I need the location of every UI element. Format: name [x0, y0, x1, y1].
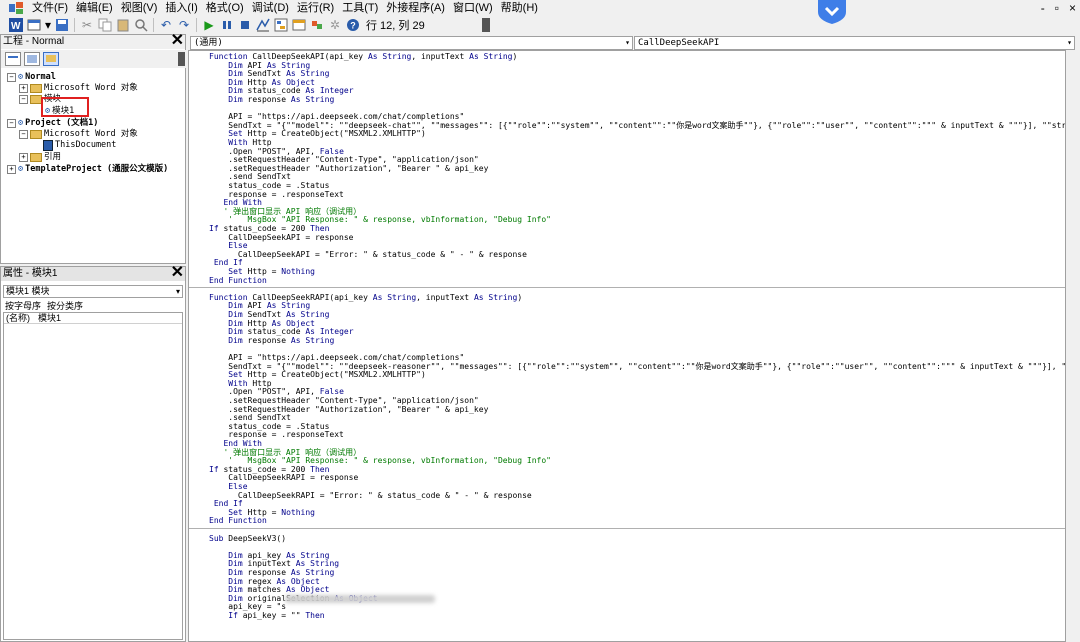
menu-debug[interactable]: 调试(D) [248, 0, 293, 16]
cut-icon[interactable]: ✂ [79, 17, 95, 33]
cursor-position: 行 12, 列 29 [366, 20, 425, 32]
code-scrollbar[interactable] [1066, 50, 1080, 640]
paste-icon[interactable] [115, 17, 131, 33]
menu-bar: 文件(F) 编辑(E) 视图(V) 插入(I) 格式(O) 调试(D) 运行(R… [0, 0, 1080, 16]
procedure-separator [189, 528, 1065, 529]
tree-item-templateproject[interactable]: + ⚙ TemplateProject (通服公文模版) [7, 164, 168, 175]
menu-help[interactable]: 帮助(H) [497, 0, 542, 16]
procedure-combo[interactable]: CallDeepSeekAPI ▾ [634, 36, 1075, 50]
properties-grid: (名称) 模块1 [3, 312, 183, 640]
tab-alphabetic[interactable]: 按字母序 [5, 299, 41, 312]
object-combo[interactable]: (通用) ▾ [190, 36, 633, 50]
tree-item-word-objects-2[interactable]: − Microsoft Word 对象 [19, 129, 138, 140]
tree-item-references[interactable]: + 引用 [19, 152, 61, 163]
project-icon: ⚙ [18, 118, 24, 128]
project-explorer-icon[interactable] [273, 17, 289, 33]
close-icon[interactable]: ✕ [171, 32, 184, 50]
panel-scrollbar[interactable] [178, 52, 185, 66]
tab-categorized[interactable]: 按分类序 [47, 299, 83, 312]
insert-userform-icon[interactable] [26, 17, 42, 33]
menu-view[interactable]: 视图(V) [117, 0, 162, 16]
run-icon[interactable]: ▶ [201, 17, 217, 33]
menu-edit[interactable]: 编辑(E) [72, 0, 117, 16]
design-mode-icon[interactable] [255, 17, 271, 33]
project-explorer-toolbar [1, 50, 187, 68]
svg-text:?: ? [350, 21, 356, 31]
code-line[interactable]: CallDeepSeekRAPI = "Error: " & status_co… [209, 491, 532, 501]
project-explorer: 工程 - Normal ✕ − ⚙ Normal + Microsoft Word 对象… [0, 32, 187, 264]
tree-item-thisdocument[interactable]: ThisDocument [43, 140, 116, 151]
code-line[interactable]: End Function [209, 517, 267, 526]
properties-title: 属性 - 模块1 ✕ [1, 264, 185, 282]
chevron-down-icon[interactable]: ▾ [1067, 37, 1072, 49]
redacted-api-key [285, 594, 435, 603]
menu-addins[interactable]: 外接程序(A) [382, 0, 449, 16]
procedure-separator [189, 287, 1065, 289]
code-line[interactable]: Sub DeepSeekV3() [209, 534, 286, 544]
properties-window: 属性 - 模块1 ✕ 模块1 模块 ▾ 按字母序 按分类序 (名称) 模块1 [0, 264, 186, 642]
folder-open-icon [30, 130, 42, 139]
reset-icon[interactable] [237, 17, 253, 33]
minimize-button[interactable]: - [1041, 0, 1045, 16]
code-line[interactable]: Dim response As String [209, 336, 334, 346]
find-icon[interactable] [133, 17, 149, 33]
properties-tabs: 按字母序 按分类序 [5, 299, 83, 312]
close-icon[interactable]: ✕ [171, 264, 184, 282]
svg-text:W: W [11, 21, 21, 32]
view-object-icon[interactable] [24, 52, 40, 66]
project-icon: ⚙ [18, 164, 24, 174]
tree-item-project-doc1[interactable]: − ⚙ Project (文档1) [7, 118, 98, 129]
properties-object-select[interactable]: 模块1 模块 ▾ [3, 285, 183, 298]
folder-icon [30, 153, 42, 162]
project-icon: ⚙ [18, 72, 24, 82]
help-icon[interactable]: ? [345, 17, 361, 33]
code-line[interactable]: If api_key = "" Then [209, 611, 324, 621]
object-browser-icon[interactable] [309, 17, 325, 33]
menu-tools[interactable]: 工具(T) [338, 0, 382, 16]
menu-insert[interactable]: 插入(I) [161, 0, 201, 16]
code-line[interactable]: CallDeepSeekAPI = "Error: " & status_cod… [209, 250, 527, 260]
redo-icon[interactable]: ↷ [176, 17, 192, 33]
chevron-down-icon[interactable]: ▾ [176, 286, 180, 297]
menu-window[interactable]: 窗口(W) [449, 0, 497, 16]
break-icon[interactable] [219, 17, 235, 33]
menu-run[interactable]: 运行(R) [293, 0, 338, 16]
vba-app-icon[interactable] [8, 1, 24, 15]
project-explorer-title: 工程 - Normal ✕ [1, 32, 185, 50]
tree-item-normal[interactable]: − ⚙ Normal [7, 72, 56, 83]
close-button[interactable]: × [1069, 0, 1076, 16]
word-icon[interactable]: W [8, 17, 24, 33]
undo-icon[interactable]: ↶ [158, 17, 174, 33]
chevron-down-icon[interactable]: ▾ [625, 37, 630, 49]
code-editor[interactable]: Function CallDeepSeekAPI(api_key As Stri… [188, 50, 1066, 642]
toolbox-icon[interactable]: ✲ [327, 17, 343, 33]
menu-format[interactable]: 格式(O) [202, 0, 248, 16]
tree-item-word-objects[interactable]: + Microsoft Word 对象 [19, 83, 138, 94]
folder-icon [30, 84, 42, 93]
code-line[interactable]: End Function [209, 276, 267, 286]
properties-window-icon[interactable] [291, 17, 307, 33]
standard-toolbar: W ▾ ✂ ↶ ↷ ▶ ✲ ? 行 12, 列 29 [0, 16, 1080, 34]
document-icon [43, 140, 53, 151]
save-icon[interactable] [54, 17, 70, 33]
restore-button[interactable]: ▫ [1055, 0, 1059, 16]
chevron-down-icon[interactable]: ▾ [44, 17, 52, 33]
property-row-name[interactable]: (名称) 模块1 [4, 313, 182, 324]
menu-file[interactable]: 文件(F) [28, 0, 72, 16]
view-code-icon[interactable] [5, 52, 21, 66]
toolbar-handle[interactable] [482, 18, 490, 32]
highlight-box [41, 97, 89, 117]
toggle-folders-icon[interactable] [43, 52, 59, 66]
copy-icon[interactable] [97, 17, 113, 33]
code-line[interactable]: Dim response As String [209, 95, 334, 105]
